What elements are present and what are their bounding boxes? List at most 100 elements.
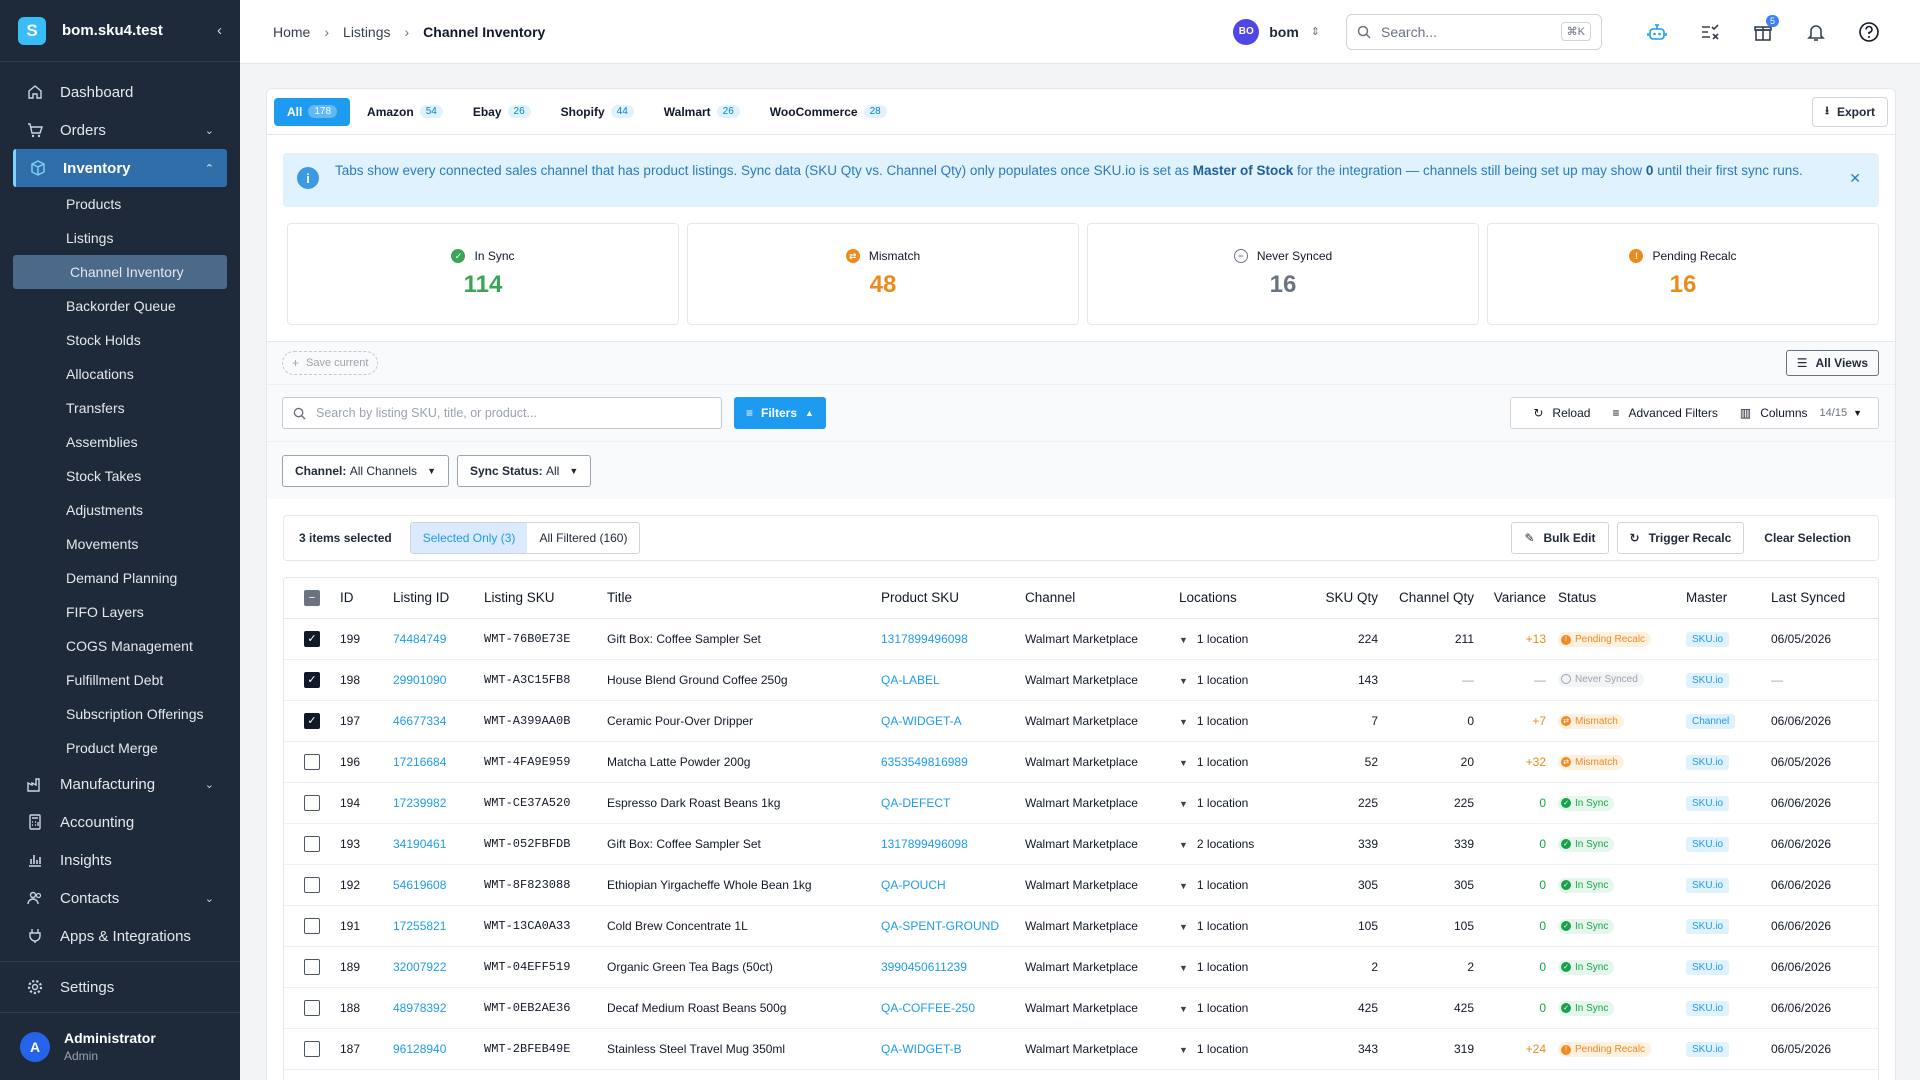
listing-id-link[interactable]: 54619608 [393,864,484,906]
sidebar-subitem-stock-holds[interactable]: Stock Holds [0,323,240,357]
table-row[interactable]: 191 17255821 WMT-13CA0A33 Cold Brew Concent… [284,905,1878,947]
sidebar-subitem-listings[interactable]: Listings [0,221,240,255]
product-sku-link[interactable]: 1317899496098 [881,618,1025,660]
locations-toggle[interactable]: ▼ 1 location [1179,700,1294,742]
product-sku-link[interactable]: 6353549816989 [881,741,1025,783]
listing-id-link[interactable]: 17255821 [393,905,484,947]
listing-id-link[interactable]: 17239982 [393,782,484,824]
tab-shopify[interactable]: Shopify 44 [548,98,647,126]
row-checkbox[interactable] [304,958,320,975]
locations-toggle[interactable]: ▼ 1 location [1179,1028,1294,1070]
locations-toggle[interactable]: ▼ 1 location [1179,946,1294,988]
locations-toggle[interactable]: ▼ 1 location [1179,659,1294,701]
channel-filter-dropdown[interactable]: Channel: All Channels ▼ [282,454,449,487]
listing-id-link[interactable]: 74484749 [393,618,484,660]
breadcrumb-home[interactable]: Home [273,24,310,40]
stat-card-in-sync[interactable]: ✓ In Sync 114 [287,223,679,325]
table-row[interactable]: 196 17216684 WMT-4FA9E959 Matcha Latte Powd… [284,741,1878,783]
row-checkbox[interactable] [304,999,320,1016]
sidebar-subitem-stock-takes[interactable]: Stock Takes [0,459,240,493]
column-header-locations[interactable]: Locations [1179,578,1294,619]
listing-id-link[interactable]: 32007922 [393,946,484,988]
export-button[interactable]: ⭳ Export [1812,96,1888,127]
locations-toggle[interactable]: ▼ 1 location [1179,618,1294,660]
user-menu[interactable]: A Administrator Admin [0,1012,240,1080]
sidebar-subitem-channel-inventory[interactable]: Channel Inventory [13,255,227,289]
sync-status-filter-dropdown[interactable]: Sync Status: All ▼ [456,454,592,487]
help-icon[interactable] [1851,14,1887,50]
table-row[interactable]: 188 48978392 WMT-0EB2AE36 Decaf Medium Roas… [284,987,1878,1029]
row-checkbox[interactable] [304,876,320,893]
listing-id-link[interactable]: 34190461 [393,823,484,865]
listing-id-link[interactable]: 17216684 [393,741,484,783]
columns-button[interactable]: ▥ Columns 14/15 ▼ [1732,406,1870,420]
sidebar-subitem-fifo-layers[interactable]: FIFO Layers [0,595,240,629]
filters-button[interactable]: ≡ Filters ▲ [734,397,826,429]
column-header-channel-qty[interactable]: Channel Qty [1390,578,1486,619]
save-current-view-button[interactable]: + Save current [282,351,379,375]
table-row[interactable]: ✓ 197 46677334 WMT-A399AA0B Ceramic Pour-Ove… [284,700,1878,742]
table-row[interactable]: 189 32007922 WMT-04EFF519 Organic Green Tea… [284,946,1878,988]
sidebar-subitem-backorder-queue[interactable]: Backorder Queue [0,289,240,323]
tab-ebay[interactable]: Ebay 26 [460,98,544,126]
tab-all[interactable]: All 178 [274,97,351,126]
row-checkbox[interactable]: ✓ [304,671,320,688]
row-checkbox[interactable] [304,794,320,811]
listing-search-input[interactable]: Search by listing SKU, title, or product… [282,397,722,429]
collapse-sidebar-icon[interactable]: ‹ [217,22,222,39]
breadcrumb-listings[interactable]: Listings [343,24,390,40]
column-header-last-synced[interactable]: Last Synced [1771,578,1878,619]
product-sku-link[interactable]: QA-DEFECT [881,782,1025,824]
column-header-sku-qty[interactable]: SKU Qty [1294,578,1390,619]
product-sku-link[interactable]: QA-WIDGET-A [881,700,1025,742]
sidebar-item-dashboard[interactable]: Dashboard [0,73,240,111]
stat-card-mismatch[interactable]: ⇄ Mismatch 48 [687,223,1079,325]
ai-assistant-icon[interactable] [1639,14,1675,50]
locations-toggle[interactable]: ▼ 1 location [1179,864,1294,906]
gift-icon[interactable]: 5 [1745,14,1781,50]
column-header-listing-id[interactable]: Listing ID [393,578,484,619]
sidebar-item-apps-integrations[interactable]: Apps & Integrations [0,917,240,955]
sidebar-subitem-movements[interactable]: Movements [0,527,240,561]
product-sku-link[interactable]: 3990450611239 [881,946,1025,988]
sidebar-subitem-products[interactable]: Products [0,187,240,221]
account-switcher[interactable]: BO bom ⇕ [1233,18,1320,45]
locations-toggle[interactable]: ▼ 1 location [1179,987,1294,1029]
tasks-icon[interactable] [1692,14,1728,50]
table-row[interactable]: ✓ 198 29901090 WMT-A3C15FB8 House Blend Grou… [284,659,1878,701]
locations-toggle[interactable]: ▼ 1 location [1179,905,1294,947]
sidebar-item-settings[interactable]: Settings [0,968,240,1006]
table-row[interactable]: 192 54619608 WMT-8F823088 Ethiopian Yirgach… [284,864,1878,906]
column-header-master[interactable]: Master [1686,578,1771,619]
listing-id-link[interactable]: 48978392 [393,987,484,1029]
product-sku-link[interactable]: QA-COFFEE-250 [881,987,1025,1029]
global-search-input[interactable]: Search... ⌘K [1346,13,1602,50]
sidebar-item-inventory[interactable]: Inventory ⌃ [13,149,227,187]
selected-only-option[interactable]: Selected Only (3) [410,523,528,553]
reload-button[interactable]: ↻ Reload [1525,406,1598,420]
row-checkbox[interactable] [304,917,320,934]
inventory-table-container[interactable]: − ID Listing ID Listing SKU Title Product SKU… [283,577,1879,1080]
sidebar-subitem-fulfillment-debt[interactable]: Fulfillment Debt [0,663,240,697]
listing-id-link[interactable]: 96128940 [393,1028,484,1070]
row-checkbox[interactable] [304,753,320,770]
sidebar-item-contacts[interactable]: Contacts ⌄ [0,879,240,917]
product-sku-link[interactable]: QA-SPENT-GROUND [881,905,1025,947]
row-checkbox[interactable] [304,1040,320,1057]
bulk-edit-button[interactable]: ✎ Bulk Edit [1511,522,1609,554]
column-header-id[interactable]: ID [340,578,393,619]
row-checkbox[interactable] [304,835,320,852]
product-sku-link[interactable]: QA-LABEL [881,659,1025,701]
product-sku-link[interactable]: QA-POUCH [881,864,1025,906]
tab-amazon[interactable]: Amazon 54 [354,98,456,126]
bell-icon[interactable] [1798,14,1834,50]
table-row[interactable]: ✓ 199 74484749 WMT-76B0E73E Gift Box: Coffee… [284,618,1878,660]
advanced-filters-button[interactable]: ≡ Advanced Filters [1604,406,1725,420]
product-sku-link[interactable]: QA-WIDGET-B [881,1028,1025,1070]
sidebar-item-manufacturing[interactable]: Manufacturing ⌄ [0,765,240,803]
column-header-status[interactable]: Status [1558,578,1686,619]
all-views-button[interactable]: ☰ All Views [1785,350,1879,376]
sidebar-subitem-adjustments[interactable]: Adjustments [0,493,240,527]
column-header-variance[interactable]: Variance [1486,578,1558,619]
clear-selection-button[interactable]: Clear Selection [1752,522,1863,554]
